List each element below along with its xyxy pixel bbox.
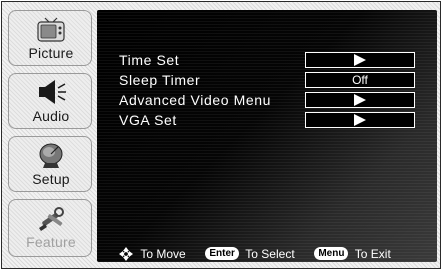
menu-key-badge: Menu: [314, 247, 349, 261]
menu-row-label: VGA Set: [119, 112, 177, 128]
select-hint: To Select: [245, 246, 295, 261]
tv-icon: [9, 15, 93, 43]
tools-icon: [9, 204, 93, 232]
sidebar-item-feature[interactable]: Feature: [8, 199, 92, 257]
arrow-right-icon: [354, 114, 366, 126]
move-hint: To Move: [140, 246, 186, 261]
key-hint-bar: To Move Enter To Select Menu To Exit: [119, 246, 429, 262]
sidebar-item-setup[interactable]: Setup: [8, 136, 92, 192]
sidebar: Picture Audio Setup Feature: [8, 10, 92, 262]
advanced-video-open-button[interactable]: [305, 92, 415, 108]
menu-row-advanced-video-menu[interactable]: Advanced Video Menu: [97, 90, 437, 112]
enter-key-badge: Enter: [205, 247, 239, 261]
time-set-open-button[interactable]: [305, 52, 415, 68]
navigation-arrows-icon: [119, 246, 133, 261]
exit-hint: To Exit: [354, 246, 391, 261]
vga-set-open-button[interactable]: [305, 112, 415, 128]
sidebar-item-label: Picture: [28, 45, 74, 61]
arrow-right-icon: [354, 54, 366, 66]
menu-row-time-set[interactable]: Time Set: [97, 50, 437, 72]
sidebar-item-label: Feature: [26, 234, 76, 250]
sleep-timer-value[interactable]: Off: [305, 72, 415, 88]
sidebar-item-audio[interactable]: Audio: [8, 73, 92, 129]
arrow-right-icon: [354, 94, 366, 106]
menu-row-label: Advanced Video Menu: [119, 92, 272, 108]
satellite-dish-icon: [9, 141, 93, 169]
menu-row-vga-set[interactable]: VGA Set: [97, 110, 437, 132]
menu-row-label: Time Set: [119, 52, 180, 68]
settings-panel: Time Set Sleep Timer Off Advanced Video …: [97, 10, 437, 262]
sidebar-item-label: Audio: [32, 108, 70, 124]
menu-row-label: Sleep Timer: [119, 72, 201, 88]
osd-frame: Picture Audio Setup Feature Time Set Sle…: [1, 1, 441, 269]
sidebar-item-picture[interactable]: Picture: [8, 10, 92, 66]
menu-row-sleep-timer[interactable]: Sleep Timer Off: [97, 70, 437, 92]
sidebar-item-label: Setup: [32, 171, 70, 187]
speaker-icon: [9, 78, 93, 106]
